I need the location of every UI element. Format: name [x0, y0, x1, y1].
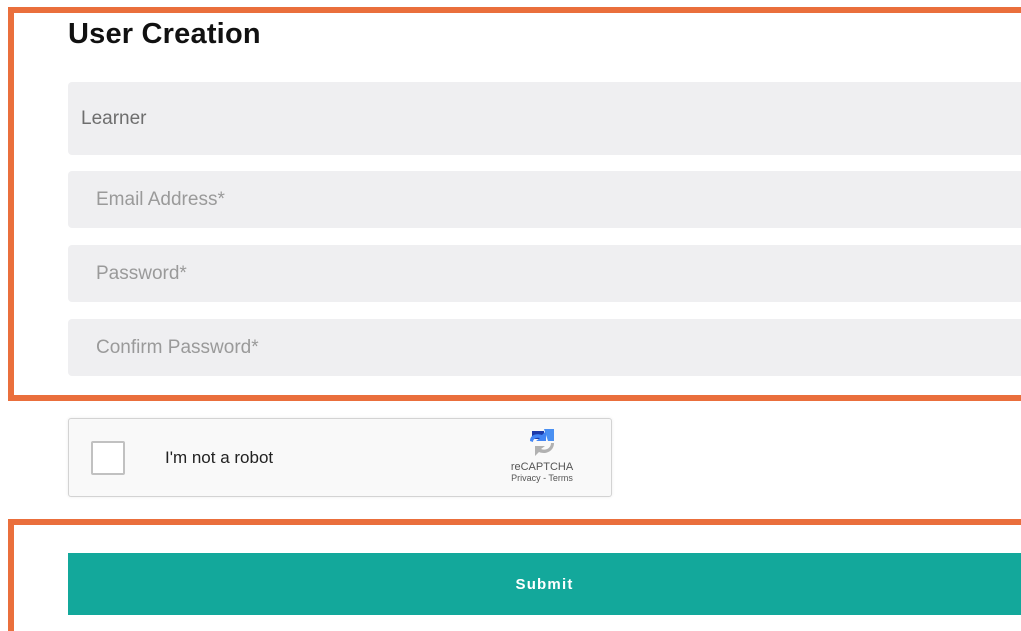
user-creation-page: User Creation Learner Email Address* Pas… — [0, 0, 1021, 631]
email-placeholder: Email Address* — [96, 188, 225, 210]
recaptcha-links[interactable]: Privacy - Terms — [487, 473, 597, 484]
password-field[interactable]: Password* — [68, 245, 1021, 302]
recaptcha-widget: I'm not a robot reCAPTCHA Privacy - Term… — [68, 418, 612, 497]
role-value: Learner — [81, 107, 147, 129]
confirm-password-field[interactable]: Confirm Password* — [68, 319, 1021, 376]
password-placeholder: Password* — [96, 262, 187, 284]
recaptcha-label: I'm not a robot — [165, 448, 274, 467]
recaptcha-logo-icon — [530, 429, 554, 456]
page-title: User Creation — [68, 18, 261, 50]
submit-button[interactable]: Submit — [68, 553, 1021, 615]
recaptcha-brand: reCAPTCHA Privacy - Terms — [487, 427, 597, 484]
confirm-password-placeholder: Confirm Password* — [96, 336, 259, 358]
recaptcha-checkbox[interactable] — [91, 441, 125, 475]
email-field[interactable]: Email Address* — [68, 171, 1021, 228]
recaptcha-brand-name: reCAPTCHA — [510, 461, 574, 473]
role-select[interactable]: Learner — [68, 82, 1021, 155]
